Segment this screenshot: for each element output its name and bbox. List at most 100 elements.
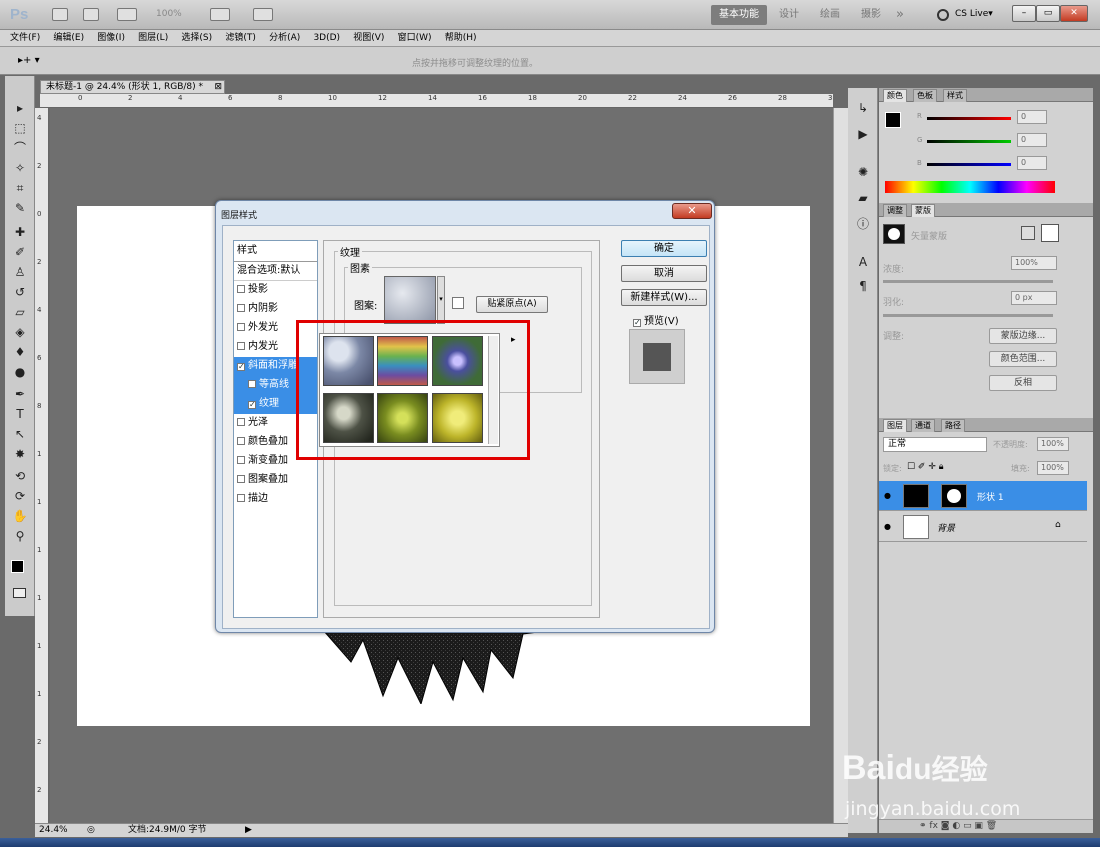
cancel-button[interactable]: 取消 <box>621 265 707 282</box>
pattern-swatch-rainbow[interactable] <box>377 336 428 386</box>
menu-filter[interactable]: 滤镜(T) <box>225 30 256 46</box>
pattern-swatch-blue-flowers[interactable] <box>432 336 483 386</box>
quick-mask-icon[interactable] <box>13 588 26 598</box>
tab-adjustments[interactable]: 调整 <box>883 204 907 217</box>
actions-panel-icon[interactable]: ▶ <box>855 126 871 142</box>
pattern-swatch-yellow-foliage[interactable] <box>432 393 483 443</box>
bridge-icon[interactable] <box>52 8 68 21</box>
cslive-button[interactable]: CS Live▾ <box>955 9 993 19</box>
green-slider[interactable] <box>927 140 1011 143</box>
red-value[interactable]: 0 <box>1017 110 1047 124</box>
tab-masks[interactable]: 蒙版 <box>911 204 935 217</box>
vertical-scrollbar[interactable] <box>833 108 848 823</box>
tab-channels[interactable]: 通道 <box>911 419 935 432</box>
vector-mask-thumb[interactable] <box>941 484 967 508</box>
menu-edit[interactable]: 编辑(E) <box>53 30 84 46</box>
style-item[interactable]: 内阴影 <box>234 300 317 319</box>
color-range-button[interactable]: 颜色范围... <box>989 351 1057 367</box>
feather-value[interactable]: 0 px <box>1011 291 1057 305</box>
pattern-swatch-bubbles[interactable] <box>323 336 374 386</box>
style-checkbox[interactable] <box>237 475 245 483</box>
menu-analysis[interactable]: 分析(A) <box>269 30 300 46</box>
style-item[interactable]: 图案叠加 <box>234 471 317 490</box>
menu-image[interactable]: 图像(I) <box>97 30 125 46</box>
layer-name[interactable]: 背景 <box>937 521 955 534</box>
stamp-tool-icon[interactable]: ♙ <box>11 264 29 280</box>
tab-paths[interactable]: 路径 <box>941 419 965 432</box>
style-checkbox[interactable] <box>237 456 245 464</box>
dodge-tool-icon[interactable]: ● <box>11 364 29 380</box>
menu-layer[interactable]: 图层(L) <box>138 30 168 46</box>
view-extras-icon[interactable] <box>117 8 137 21</box>
pattern-dropdown-arrow[interactable]: ▾ <box>437 276 445 324</box>
path-select-icon[interactable]: ↖ <box>11 426 29 442</box>
style-checkbox[interactable] <box>237 285 245 293</box>
workspace-essentials[interactable]: 基本功能 <box>711 5 767 25</box>
tab-styles[interactable]: 样式 <box>943 89 967 102</box>
minimize-button[interactable]: – <box>1012 5 1036 22</box>
visibility-eye-icon[interactable]: ● <box>884 491 891 500</box>
vector-mask-button[interactable] <box>1041 224 1059 242</box>
visibility-eye-icon[interactable]: ● <box>884 522 891 531</box>
pixel-mask-button[interactable] <box>1021 226 1035 240</box>
zoom-tool-icon[interactable]: ⚲ <box>11 528 29 544</box>
marquee-tool-icon[interactable]: ⬚ <box>11 120 29 136</box>
mask-edge-button[interactable]: 蒙版边缘... <box>989 328 1057 344</box>
blur-tool-icon[interactable]: ♦ <box>11 344 29 360</box>
more-workspaces-button[interactable]: » <box>888 5 912 25</box>
workspace-painting[interactable]: 绘画 <box>812 5 848 25</box>
tab-layers[interactable]: 图层 <box>883 419 907 432</box>
layer-name[interactable]: 形状 1 <box>977 490 1004 503</box>
layer-row-shape[interactable]: ● 形状 1 <box>879 481 1087 511</box>
restore-button[interactable]: ▭ <box>1036 5 1060 22</box>
character-panel-icon[interactable]: A <box>855 254 871 270</box>
style-checkbox[interactable] <box>237 304 245 312</box>
invert-button[interactable]: 反相 <box>989 375 1057 391</box>
snap-to-origin-button[interactable]: 贴紧原点(A) <box>476 296 548 313</box>
close-tab-icon[interactable]: ⊠ <box>214 81 222 93</box>
fill-value[interactable]: 100% <box>1037 461 1069 475</box>
pattern-swatch-green-leaves[interactable] <box>377 393 428 443</box>
3d-rotate-icon[interactable]: ⟲ <box>11 468 29 484</box>
style-checkbox[interactable]: ✓ <box>237 363 245 371</box>
lock-icons[interactable]: ☐ ✐ ✛ 🔒︎ <box>907 462 944 472</box>
quick-select-icon[interactable]: ✧ <box>11 160 29 176</box>
style-checkbox[interactable] <box>237 418 245 426</box>
minibridge-icon[interactable] <box>83 8 99 21</box>
styles-header[interactable]: 样式 <box>234 241 317 262</box>
style-checkbox[interactable] <box>237 342 245 350</box>
density-slider[interactable] <box>883 280 1053 283</box>
workspace-design[interactable]: 设计 <box>771 5 807 25</box>
style-item[interactable]: 投影 <box>234 281 317 300</box>
status-zoom[interactable]: 24.4% <box>39 824 68 837</box>
pattern-thumbnail[interactable] <box>384 276 436 324</box>
paragraph-panel-icon[interactable]: ¶ <box>855 278 871 294</box>
close-button[interactable]: ✕ <box>1060 5 1088 22</box>
green-value[interactable]: 0 <box>1017 133 1047 147</box>
menu-window[interactable]: 窗口(W) <box>398 30 432 46</box>
style-checkbox[interactable]: ✓ <box>248 401 256 409</box>
layers-footer-icons[interactable]: ⚭ fx ◙ ◐ ▭ ▣ 🗑︎ <box>879 819 1093 833</box>
color-ramp[interactable] <box>885 181 1055 193</box>
type-tool-icon[interactable]: T <box>11 406 29 422</box>
blend-mode-select[interactable]: 正常 <box>883 437 987 452</box>
move-tool-icon[interactable]: ▸ <box>11 100 29 116</box>
menu-view[interactable]: 视图(V) <box>353 30 384 46</box>
opacity-value[interactable]: 100% <box>1037 437 1069 451</box>
hand-tool-icon[interactable]: ✋ <box>11 508 29 524</box>
new-preset-icon[interactable] <box>452 297 464 309</box>
style-checkbox[interactable] <box>237 323 245 331</box>
preview-checkbox[interactable]: ✓ 预览(V) <box>633 312 679 327</box>
menu-3d[interactable]: 3D(D) <box>313 30 340 46</box>
navigator-panel-icon[interactable]: ▰ <box>855 190 871 206</box>
feather-slider[interactable] <box>883 314 1053 317</box>
blue-value[interactable]: 0 <box>1017 156 1047 170</box>
foreground-color-swatch[interactable] <box>11 560 24 573</box>
brush-tool-icon[interactable]: ✐ <box>11 244 29 260</box>
menu-file[interactable]: 文件(F) <box>10 30 40 46</box>
density-value[interactable]: 100% <box>1011 256 1057 270</box>
style-checkbox[interactable] <box>237 437 245 445</box>
zoom-select[interactable]: 100% <box>156 9 182 19</box>
history-panel-icon[interactable]: ↳ <box>855 100 871 116</box>
style-checkbox[interactable] <box>237 494 245 502</box>
